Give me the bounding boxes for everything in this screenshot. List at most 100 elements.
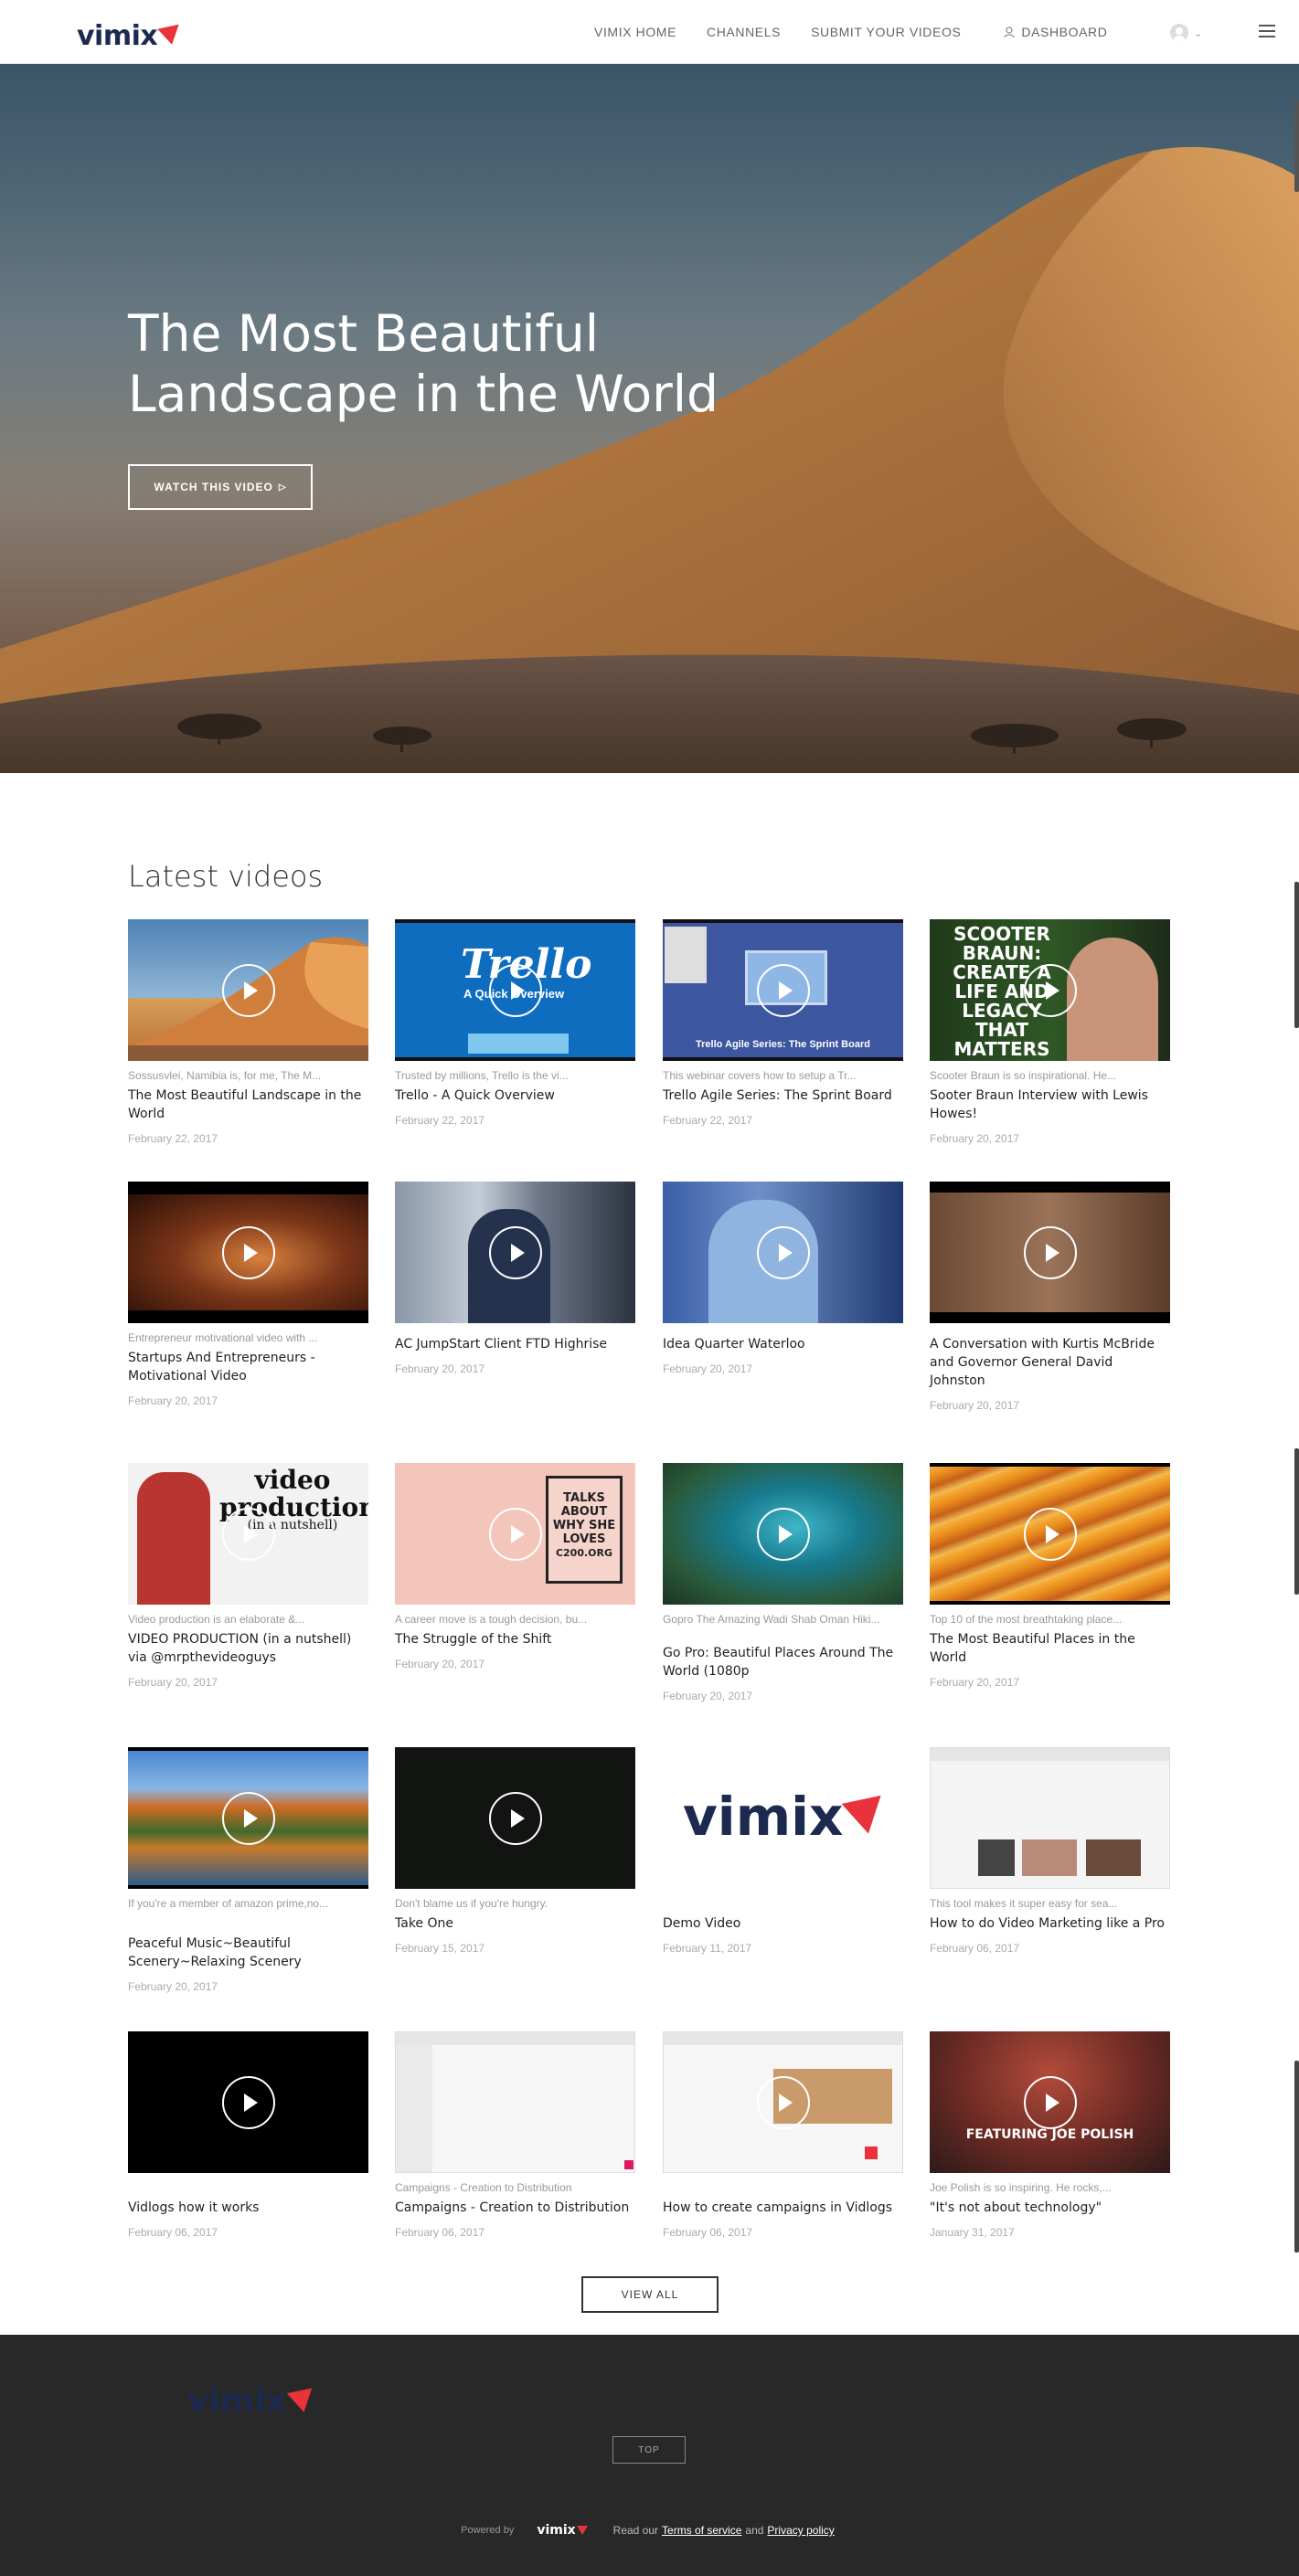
watch-video-label: WATCH THIS VIDEO	[154, 481, 273, 493]
video-title[interactable]: How to do Video Marketing like a Pro	[930, 1914, 1170, 1933]
chevron-down-icon[interactable]: ⌄	[1194, 27, 1202, 39]
video-title[interactable]: Peaceful Music~Beautiful Scenery~Relaxin…	[128, 1935, 368, 1971]
video-card[interactable]: Don't blame us if you're hungry. Take On…	[395, 1747, 635, 1955]
video-thumbnail[interactable]	[663, 2031, 903, 2173]
video-title[interactable]: The Most Beautiful Landscape in the Worl…	[128, 1087, 368, 1123]
video-title[interactable]: Startups And Entrepreneurs - Motivationa…	[128, 1349, 368, 1385]
footer-logo[interactable]: vimix	[187, 2382, 317, 2420]
video-card[interactable]: Trello Agile Series: The Sprint Board Th…	[663, 919, 903, 1127]
play-button-icon[interactable]	[1023, 2075, 1077, 2129]
play-button-icon[interactable]	[756, 1225, 810, 1279]
video-title[interactable]: Idea Quarter Waterloo	[663, 1335, 903, 1353]
view-all-button[interactable]: VIEW ALL	[581, 2276, 719, 2313]
video-card[interactable]: How to create campaigns in Vidlogs Febru…	[663, 2031, 903, 2239]
play-button-icon[interactable]	[756, 963, 810, 1017]
play-button-icon[interactable]	[756, 2075, 810, 2129]
play-button-icon[interactable]	[221, 963, 275, 1017]
video-title[interactable]: Sooter Braun Interview with Lewis Howes!	[930, 1087, 1170, 1123]
video-card[interactable]: Campaigns - Creation to Distribution Cam…	[395, 2031, 635, 2239]
video-card[interactable]: If you're a member of amazon prime,no...…	[128, 1747, 368, 1993]
watch-video-button[interactable]: WATCH THIS VIDEO ▷	[128, 464, 313, 510]
play-button-icon[interactable]	[1023, 963, 1077, 1017]
play-button-icon[interactable]	[221, 1791, 275, 1845]
video-thumbnail[interactable]: FEATURING JOE POLISH	[930, 2031, 1170, 2173]
video-title[interactable]: "It's not about technology"	[930, 2199, 1170, 2217]
video-title[interactable]: The Most Beautiful Places in the World	[930, 1630, 1170, 1667]
privacy-policy-link[interactable]: Privacy policy	[767, 2524, 834, 2537]
video-card[interactable]: A Conversation with Kurtis McBride and G…	[930, 1182, 1170, 1412]
play-button-icon[interactable]	[221, 1507, 275, 1561]
nav-channels[interactable]: CHANNELS	[707, 25, 781, 39]
video-card[interactable]: This tool makes it super easy for sea...…	[930, 1747, 1170, 1955]
video-thumbnail[interactable]: vimix	[663, 1747, 903, 1889]
nav-vimix-home[interactable]: VIMIX HOME	[594, 25, 676, 39]
play-button-icon[interactable]	[488, 963, 542, 1017]
back-to-top-button[interactable]: TOP	[612, 2436, 686, 2464]
video-title[interactable]: Campaigns - Creation to Distribution	[395, 2199, 635, 2217]
video-title[interactable]: A Conversation with Kurtis McBride and G…	[930, 1335, 1170, 1390]
play-button-icon[interactable]	[488, 1507, 542, 1561]
logo-triangle-icon	[286, 2387, 317, 2415]
video-card[interactable]: FEATURING JOE POLISH Joe Polish is so in…	[930, 2031, 1170, 2239]
video-thumbnail[interactable]: Trello Agile Series: The Sprint Board	[663, 919, 903, 1061]
hamburger-menu-icon[interactable]	[1259, 25, 1275, 37]
play-button-icon[interactable]	[488, 1225, 542, 1279]
video-thumbnail[interactable]	[395, 2031, 635, 2173]
play-button-icon[interactable]	[221, 1225, 275, 1279]
vimix-logo[interactable]: vimix	[77, 20, 184, 52]
video-card[interactable]: Sossusvlei, Namibia is, for me, The M...…	[128, 919, 368, 1145]
video-thumbnail[interactable]	[663, 1182, 903, 1323]
video-thumbnail[interactable]	[395, 1747, 635, 1889]
video-card[interactable]: Top 10 of the most breathtaking place...…	[930, 1463, 1170, 1689]
thumb-marker	[865, 2147, 878, 2159]
video-title[interactable]: Trello - A Quick Overview	[395, 1087, 635, 1105]
video-thumbnail[interactable]	[930, 1182, 1170, 1323]
video-card[interactable]: Gopro The Amazing Wadi Shab Oman Hiki...…	[663, 1463, 903, 1702]
video-card[interactable]: TALKS ABOUT WHY SHE LOVES C200.ORG A car…	[395, 1463, 635, 1670]
video-description: Sossusvlei, Namibia is, for me, The M...	[128, 1069, 322, 1082]
video-card[interactable]: Vidlogs how it works February 06, 2017	[128, 2031, 368, 2239]
video-thumbnail[interactable]	[930, 1747, 1170, 1889]
main-nav: VIMIX HOME CHANNELS SUBMIT YOUR VIDEOS D…	[594, 0, 1137, 64]
video-card[interactable]: Trello A Quick Overview Trusted by milli…	[395, 919, 635, 1127]
video-thumbnail[interactable]: video production (in a nutshell)	[128, 1463, 368, 1605]
play-button-icon[interactable]	[1023, 1507, 1077, 1561]
scrollbar-track-segment	[1294, 1448, 1299, 1595]
video-card[interactable]: Idea Quarter Waterloo February 20, 2017	[663, 1182, 903, 1375]
video-title[interactable]: The Struggle of the Shift	[395, 1630, 635, 1648]
play-button-icon[interactable]	[221, 2075, 275, 2129]
play-button-icon[interactable]	[1023, 1225, 1077, 1279]
video-thumbnail[interactable]	[128, 919, 368, 1061]
video-title[interactable]: Take One	[395, 1914, 635, 1933]
video-title[interactable]: VIDEO PRODUCTION (in a nutshell) via @mr…	[128, 1630, 368, 1667]
scrollbar-thumb[interactable]	[1294, 101, 1299, 192]
video-thumbnail[interactable]	[128, 2031, 368, 2173]
video-card[interactable]: vimix Demo Video February 11, 2017	[663, 1747, 903, 1955]
video-thumbnail[interactable]	[930, 1463, 1170, 1605]
terms-of-service-link[interactable]: Terms of service	[662, 2524, 741, 2537]
video-title[interactable]: Demo Video	[663, 1914, 903, 1933]
video-thumbnail[interactable]: Trello A Quick Overview	[395, 919, 635, 1061]
video-card[interactable]: AC JumpStart Client FTD Highrise Februar…	[395, 1182, 635, 1375]
video-thumbnail[interactable]	[663, 1463, 903, 1605]
video-title[interactable]: Vidlogs how it works	[128, 2199, 368, 2217]
video-card[interactable]: video production (in a nutshell) Video p…	[128, 1463, 368, 1689]
video-card[interactable]: Entrepreneur motivational video with ...…	[128, 1182, 368, 1407]
video-title[interactable]: AC JumpStart Client FTD Highrise	[395, 1335, 635, 1353]
video-thumbnail[interactable]	[128, 1747, 368, 1889]
nav-dashboard[interactable]: DASHBOARD	[1004, 25, 1107, 39]
footer-mini-logo[interactable]: vimix	[537, 2523, 588, 2538]
video-thumbnail[interactable]	[128, 1182, 368, 1323]
video-thumbnail[interactable]: SCOOTER BRAUN: CREATE A LIFE AND LEGACY …	[930, 919, 1170, 1061]
video-card[interactable]: SCOOTER BRAUN: CREATE A LIFE AND LEGACY …	[930, 919, 1170, 1145]
video-thumbnail[interactable]	[395, 1182, 635, 1323]
video-title[interactable]: How to create campaigns in Vidlogs	[663, 2199, 903, 2217]
video-thumbnail[interactable]: TALKS ABOUT WHY SHE LOVES C200.ORG	[395, 1463, 635, 1605]
video-date: February 20, 2017	[128, 1980, 218, 1993]
nav-submit-videos[interactable]: SUBMIT YOUR VIDEOS	[811, 25, 961, 39]
play-button-icon[interactable]	[488, 1791, 542, 1845]
video-title[interactable]: Go Pro: Beautiful Places Around The Worl…	[663, 1644, 903, 1680]
avatar[interactable]	[1170, 24, 1188, 42]
play-button-icon[interactable]	[756, 1507, 810, 1561]
video-title[interactable]: Trello Agile Series: The Sprint Board	[663, 1087, 903, 1105]
